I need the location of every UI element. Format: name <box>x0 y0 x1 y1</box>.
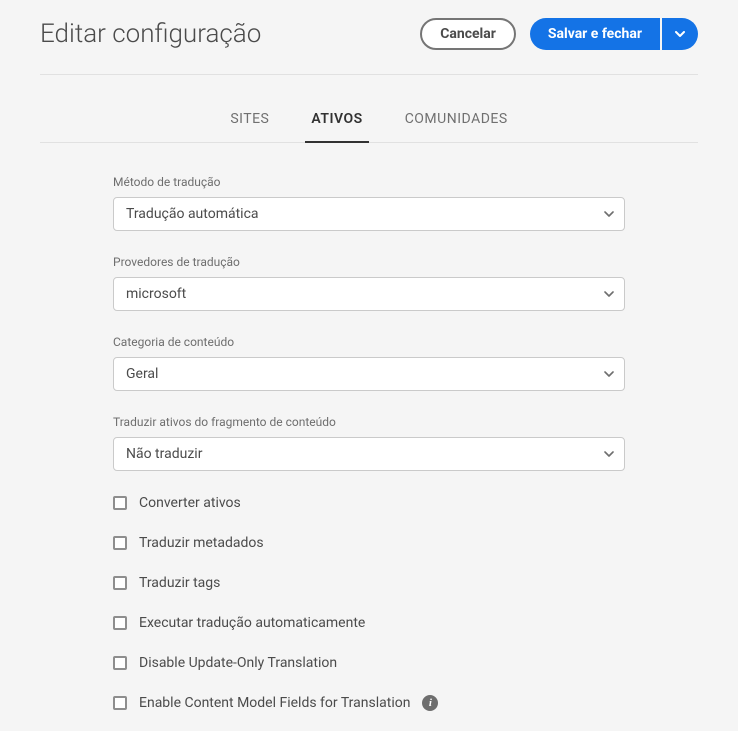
field-label-providers: Provedores de tradução <box>113 255 625 269</box>
info-icon[interactable]: i <box>422 695 438 711</box>
save-and-close-button[interactable]: Salvar e fechar <box>530 18 660 50</box>
field-fragment: Traduzir ativos do fragmento de conteúdo… <box>113 415 625 471</box>
checkbox-label: Traduzir tags <box>139 575 220 591</box>
tab-ativos[interactable]: ATIVOS <box>305 99 368 143</box>
form-area: Método de tradução Tradução automática P… <box>113 143 625 711</box>
field-label-method: Método de tradução <box>113 175 625 189</box>
checkbox-label: Executar tradução automaticamente <box>139 615 365 631</box>
field-label-category: Categoria de conteúdo <box>113 335 625 349</box>
checkbox[interactable] <box>113 496 127 510</box>
checkbox-row-convert-assets[interactable]: Converter ativos <box>113 495 625 511</box>
chevron-down-icon <box>604 451 614 457</box>
save-dropdown-button[interactable] <box>662 18 698 50</box>
checkbox[interactable] <box>113 696 127 710</box>
tab-sites[interactable]: SITES <box>224 99 275 143</box>
select-fragment-value: Não traduzir <box>126 446 202 462</box>
chevron-down-icon <box>604 371 614 377</box>
checkbox-row-disable-update-only[interactable]: Disable Update-Only Translation <box>113 655 625 671</box>
checkbox-label: Traduzir metadados <box>139 535 264 551</box>
field-providers: Provedores de tradução microsoft <box>113 255 625 311</box>
page-title: Editar configuração <box>40 19 261 49</box>
select-fragment[interactable]: Não traduzir <box>113 437 625 471</box>
checkbox-label: Converter ativos <box>139 495 241 511</box>
chevron-down-icon <box>604 291 614 297</box>
select-providers-value: microsoft <box>126 286 186 302</box>
checkbox-row-content-model-fields[interactable]: Enable Content Model Fields for Translat… <box>113 695 625 711</box>
checkbox-row-auto-translate[interactable]: Executar tradução automaticamente <box>113 615 625 631</box>
checkbox-list: Converter ativos Traduzir metadados Trad… <box>113 495 625 711</box>
checkbox-row-translate-tags[interactable]: Traduzir tags <box>113 575 625 591</box>
checkbox-row-translate-metadata[interactable]: Traduzir metadados <box>113 535 625 551</box>
checkbox[interactable] <box>113 616 127 630</box>
select-method-value: Tradução automática <box>126 206 259 222</box>
chevron-down-icon <box>675 31 685 37</box>
cancel-button[interactable]: Cancelar <box>420 18 516 50</box>
checkbox-label: Disable Update-Only Translation <box>139 655 337 671</box>
field-label-fragment: Traduzir ativos do fragmento de conteúdo <box>113 415 625 429</box>
save-button-group: Salvar e fechar <box>530 18 698 50</box>
select-category-value: Geral <box>126 366 158 382</box>
header-actions: Cancelar Salvar e fechar <box>420 18 698 50</box>
select-method[interactable]: Tradução automática <box>113 197 625 231</box>
checkbox[interactable] <box>113 536 127 550</box>
select-category[interactable]: Geral <box>113 357 625 391</box>
tabs: SITES ATIVOS COMUNIDADES <box>40 99 698 143</box>
select-providers[interactable]: microsoft <box>113 277 625 311</box>
field-method: Método de tradução Tradução automática <box>113 175 625 231</box>
checkbox-label: Enable Content Model Fields for Translat… <box>139 695 410 711</box>
checkbox[interactable] <box>113 576 127 590</box>
checkbox[interactable] <box>113 656 127 670</box>
tab-comunidades[interactable]: COMUNIDADES <box>399 99 514 143</box>
header: Editar configuração Cancelar Salvar e fe… <box>40 18 698 75</box>
field-category: Categoria de conteúdo Geral <box>113 335 625 391</box>
chevron-down-icon <box>604 211 614 217</box>
